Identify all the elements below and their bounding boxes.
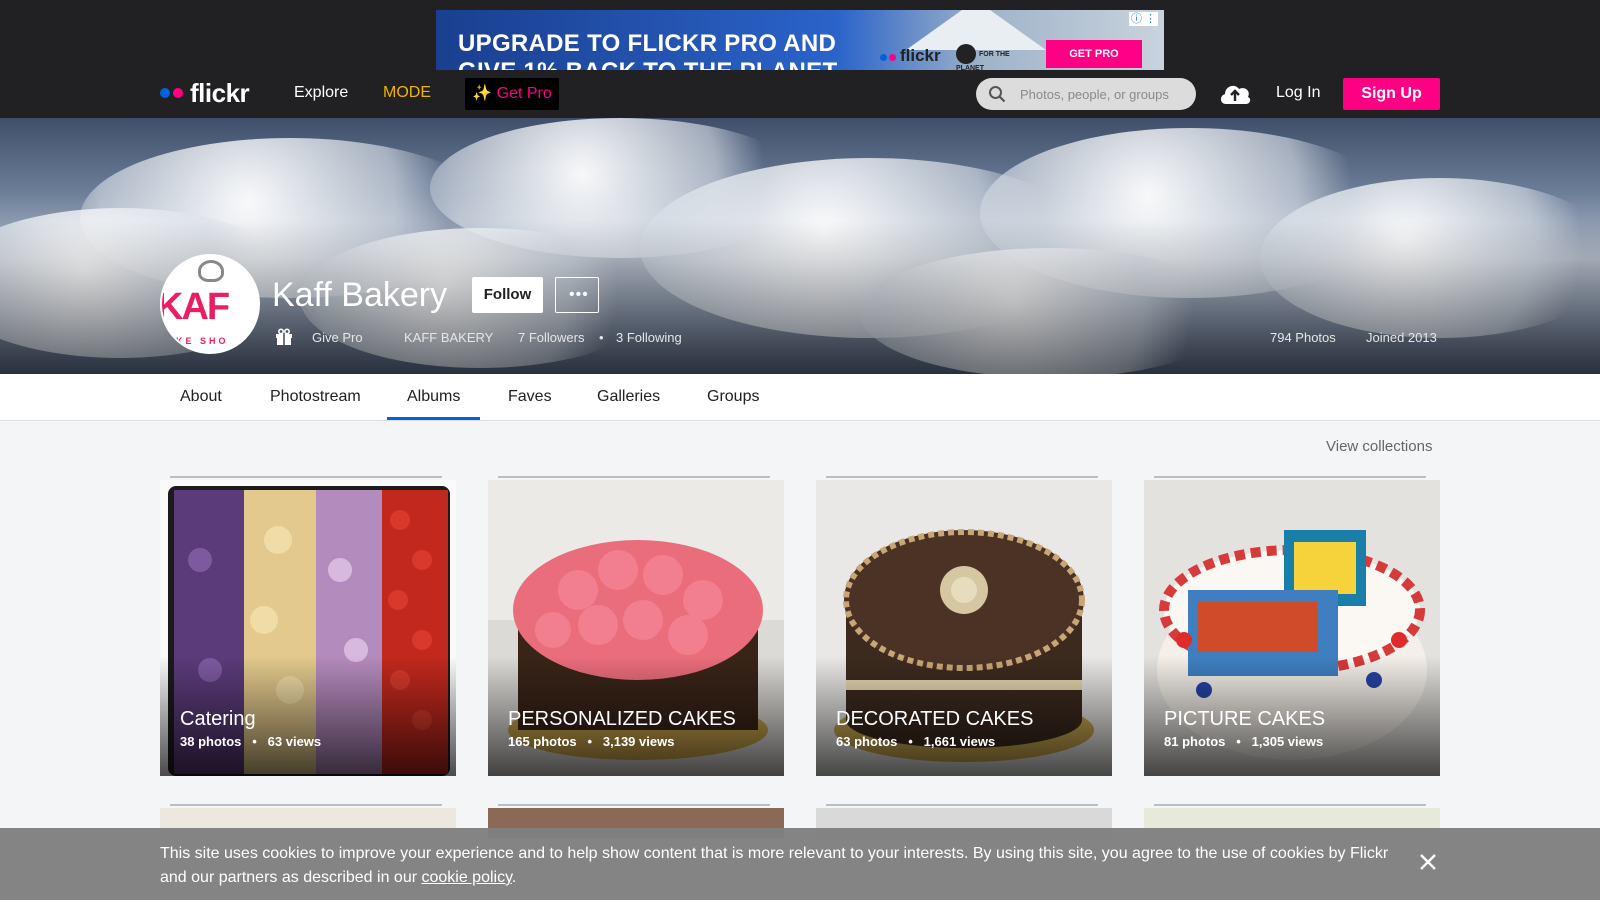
joined-date: Joined 2013 [1366, 330, 1437, 345]
followers-link[interactable]: 7 Followers [518, 330, 584, 345]
profile-tabs: About Photostream Albums Faves Galleries… [0, 374, 1600, 421]
album-stats: 63 photos • 1,661 views [836, 734, 996, 749]
view-collections-link[interactable]: View collections [1326, 438, 1432, 455]
nav-mode[interactable]: MODE [383, 84, 431, 102]
album-card-picture-cakes[interactable]: PICTURE CAKES 81 photos • 1,305 views [1144, 480, 1440, 776]
album-title: Catering [180, 708, 256, 730]
album-title: DECORATED CAKES [836, 708, 1034, 730]
album-stats: 38 photos • 63 views [180, 734, 322, 749]
close-icon[interactable] [1418, 852, 1438, 872]
more-options-button[interactable]: ••• [555, 277, 599, 313]
tab-albums[interactable]: Albums [407, 388, 460, 406]
ad-headline: UPGRADE TO FLICKR PRO AND GIVE 1% BACK T… [458, 30, 837, 70]
photo-count: 794 Photos [1270, 330, 1336, 345]
ad-get-pro-button[interactable]: GET PRO [1046, 40, 1142, 68]
tab-about[interactable]: About [180, 388, 222, 406]
cookie-policy-link[interactable]: cookie policy [421, 869, 511, 886]
album-title: PERSONALIZED CAKES [508, 708, 736, 730]
flickr-logo[interactable]: flickr [160, 77, 250, 109]
following-link[interactable]: 3 Following [616, 330, 682, 345]
upload-cloud-icon[interactable] [1218, 80, 1252, 106]
album-card-catering[interactable]: Catering 38 photos • 63 views [160, 480, 456, 776]
album-card-decorated-cakes[interactable]: DECORATED CAKES 63 photos • 1,661 views [816, 480, 1112, 776]
top-bar: UPGRADE TO FLICKR PRO AND GIVE 1% BACK T… [0, 0, 1600, 118]
active-tab-indicator [387, 417, 480, 420]
search-icon[interactable] [988, 85, 1006, 103]
ad-info-icon[interactable]: ⓘ ⋮ [1128, 12, 1158, 26]
ad-partner-logo: FOR THE PLANET [956, 44, 1032, 70]
tab-faves[interactable]: Faves [508, 388, 552, 406]
get-pro-button[interactable]: ✨ Get Pro [465, 78, 559, 110]
search-input[interactable] [1020, 84, 1188, 104]
album-stats: 165 photos • 3,139 views [508, 734, 675, 749]
give-pro-link[interactable]: Give Pro [312, 330, 363, 345]
avatar[interactable]: KAF KE SHO [160, 254, 260, 354]
meta-separator: • [599, 330, 604, 345]
login-link[interactable]: Log In [1276, 84, 1320, 102]
follow-button[interactable]: Follow [472, 277, 543, 313]
tab-photostream[interactable]: Photostream [270, 388, 361, 406]
ad-banner[interactable]: UPGRADE TO FLICKR PRO AND GIVE 1% BACK T… [436, 10, 1164, 70]
cookie-message: This site uses cookies to improve your e… [160, 845, 1389, 886]
search-box[interactable] [976, 78, 1196, 110]
nav-explore[interactable]: Explore [294, 84, 348, 102]
tab-groups[interactable]: Groups [707, 388, 759, 406]
signup-button[interactable]: Sign Up [1343, 78, 1440, 110]
cookie-banner: This site uses cookies to improve your e… [0, 828, 1600, 900]
album-stats: 81 photos • 1,305 views [1164, 734, 1324, 749]
ad-flickr-logo: flickr [880, 46, 941, 66]
real-name: KAFF BAKERY [404, 330, 494, 345]
album-card-personalized-cakes[interactable]: PERSONALIZED CAKES 165 photos • 3,139 vi… [488, 480, 784, 776]
profile-name: Kaff Bakery [272, 276, 448, 314]
tab-galleries[interactable]: Galleries [597, 388, 660, 406]
gift-icon[interactable] [275, 328, 293, 346]
more-icon: ••• [569, 286, 589, 303]
logo-wordmark: flickr [190, 77, 250, 108]
album-title: PICTURE CAKES [1164, 708, 1326, 730]
